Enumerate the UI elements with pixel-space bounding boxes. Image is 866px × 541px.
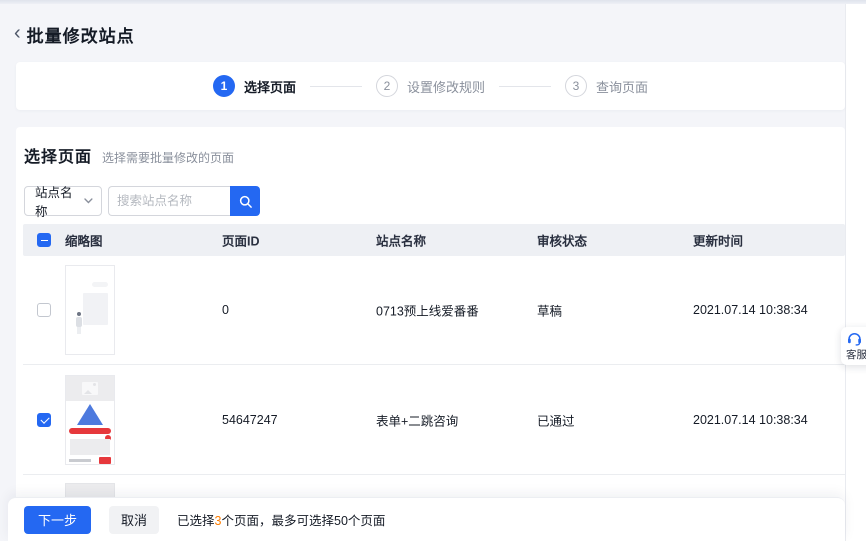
col-page-id: 页面ID [222,231,260,250]
step-connector [499,86,551,87]
search-field-value: 站点名称 [35,182,84,220]
col-thumbnail: 缩略图 [65,231,103,250]
selection-prefix: 已选择 [177,514,215,528]
update-time-cell: 2021.07.14 10:38:34 [693,413,808,427]
customer-service-label: 客服 [846,347,866,362]
thumb-decor [92,282,108,287]
step-2-number: 2 [376,75,398,97]
indeterminate-checkbox-icon [37,233,51,247]
col-site-name: 站点名称 [376,231,426,250]
thumb-decor [76,317,82,327]
wizard-stepper: 1 选择页面 2 设置修改规则 3 查询页面 [213,75,648,97]
col-update-time: 更新时间 [693,231,743,250]
page-id-cell: 54647247 [222,413,278,427]
thumb-image-block [66,376,114,401]
headset-icon [846,331,863,346]
page-id-cell: 0 [222,303,229,317]
selection-count: 3 [215,514,222,528]
cancel-button[interactable]: 取消 [109,506,159,534]
right-scroll-gutter [845,0,866,541]
step-connector [310,86,362,87]
thumb-footer-button [99,457,111,464]
step-3-label: 查询页面 [596,77,648,96]
pages-table: 缩略图 页面ID 站点名称 审核状态 更新时间 0 0713预上线爱番番 草稿 … [23,224,845,499]
review-status-cell: 草稿 [537,301,562,320]
row-checkbox[interactable] [37,303,51,317]
page-thumbnail[interactable] [65,375,115,465]
image-placeholder-icon [82,382,98,395]
site-name-cell: 0713预上线爱番番 [376,301,479,320]
back-chevron-icon[interactable]: ‹ [12,23,27,45]
table-row: 0 0713预上线爱番番 草稿 2021.07.14 10:38:34 [23,256,845,365]
thumb-red-button [69,428,111,434]
filter-row: 站点名称 [24,186,260,216]
thumb-decor [77,327,81,334]
thumb-decor [83,293,108,325]
selection-suffix: 个页面，最多可选择50个页面 [222,514,386,528]
row-checkbox[interactable] [37,413,51,427]
step-3-number: 3 [565,75,587,97]
page-header: ‹ 批量修改站点 [12,22,135,46]
search-field-selector[interactable]: 站点名称 [24,186,102,216]
customer-service-widget[interactable]: 客服 [841,327,866,365]
step-1-select-pages[interactable]: 1 选择页面 [213,75,296,97]
site-name-cell: 表单+二跳咨询 [376,410,458,429]
search-input[interactable] [108,186,230,216]
search-button[interactable] [230,186,260,216]
col-review-status: 审核状态 [537,231,587,250]
step-2-set-rules[interactable]: 2 设置修改规则 [376,75,485,97]
section-title: 选择页面 [24,143,92,167]
stepper-card: 1 选择页面 2 设置修改规则 3 查询页面 [16,62,845,110]
step-2-label: 设置修改规则 [407,77,485,96]
thumb-image-block [70,439,110,455]
section-heading: 选择页面 选择需要批量修改的页面 [24,143,234,167]
window-top-strip [0,0,866,4]
review-status-cell: 已通过 [537,410,575,429]
section-subtitle: 选择需要批量修改的页面 [102,149,234,166]
search-icon [238,194,253,209]
table-row: 54647247 表单+二跳咨询 已通过 2021.07.14 10:38:34 [23,365,845,475]
thumb-triangle-graphic [77,404,103,425]
search-group [108,186,260,216]
thumb-footer-text [69,459,91,462]
action-footer: 下一步 取消 已选择3个页面，最多可选择50个页面 [8,497,845,541]
selection-summary: 已选择3个页面，最多可选择50个页面 [177,510,385,529]
step-3-query-pages[interactable]: 3 查询页面 [565,75,648,97]
table-row-partial [23,475,845,499]
page-title: 批量修改站点 [27,22,135,47]
step-1-label: 选择页面 [244,77,296,96]
thumb-decor [77,312,81,316]
select-all-checkbox[interactable] [37,233,51,247]
page-thumbnail[interactable] [65,265,115,355]
step-1-number: 1 [213,75,235,97]
table-header: 缩略图 页面ID 站点名称 审核状态 更新时间 [23,224,845,256]
update-time-cell: 2021.07.14 10:38:34 [693,303,808,317]
chevron-down-icon [84,198,93,204]
next-step-button[interactable]: 下一步 [24,506,91,534]
